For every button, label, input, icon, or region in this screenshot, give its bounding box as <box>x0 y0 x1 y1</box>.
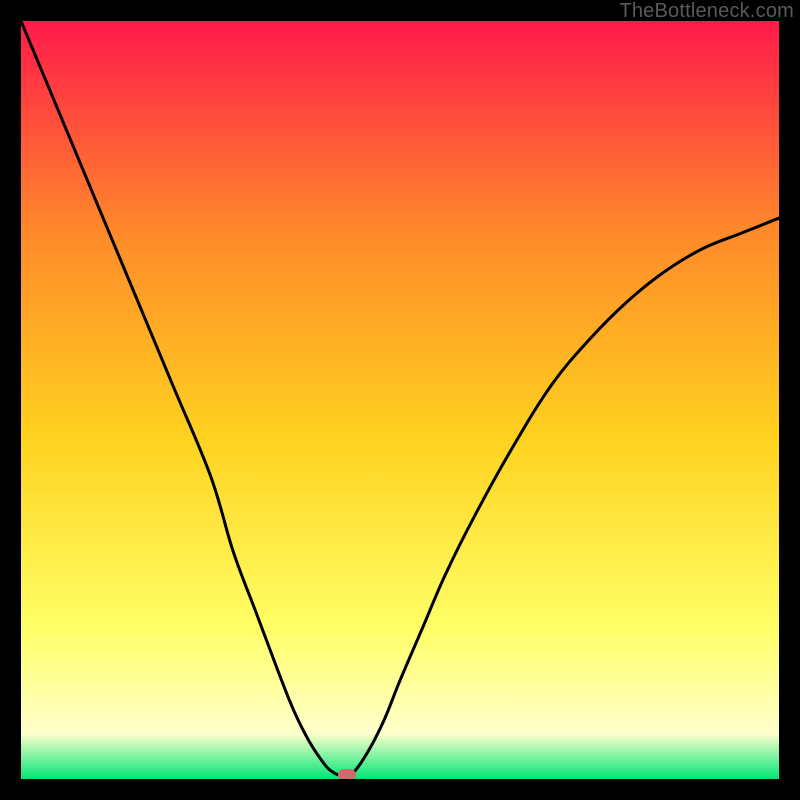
attribution-text: TheBottleneck.com <box>619 0 794 23</box>
optimal-marker <box>338 769 356 779</box>
gradient-background <box>21 21 779 779</box>
plot-area <box>21 21 779 779</box>
chart-svg <box>21 21 779 779</box>
chart-frame: TheBottleneck.com <box>0 0 800 800</box>
